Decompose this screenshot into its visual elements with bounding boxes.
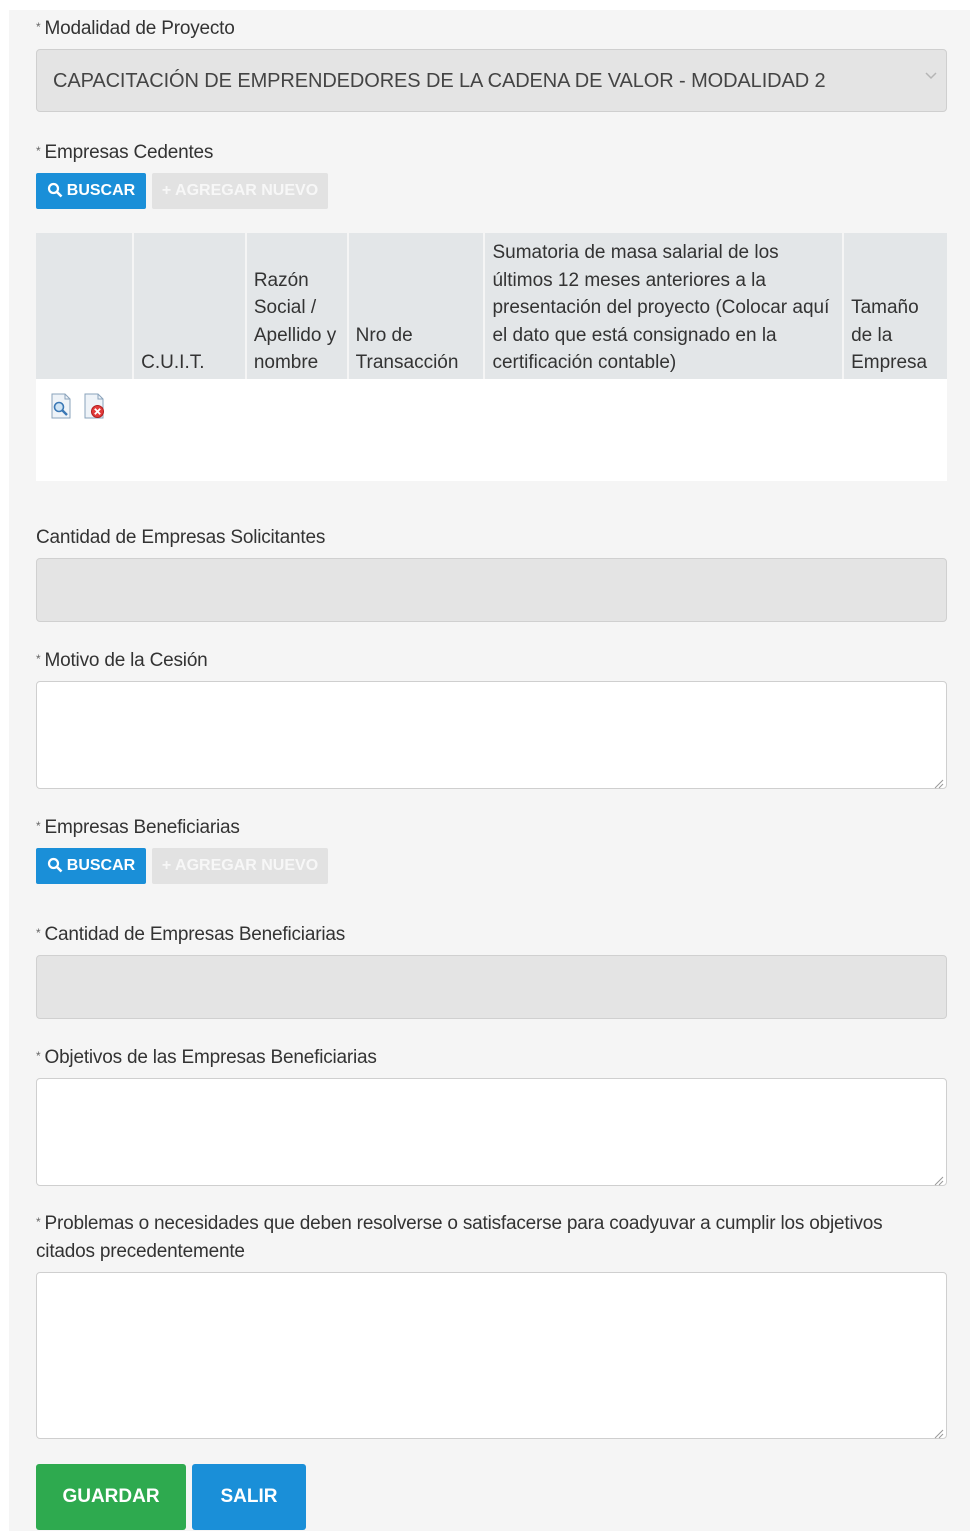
objetivos-label: * Objetivos de las Empresas Beneficiarias (36, 1047, 377, 1068)
beneficiarias-label: * Empresas Beneficiarias (36, 817, 240, 838)
beneficiarias-add-new-button[interactable]: + AGREGAR NUEVO (152, 848, 328, 884)
cedentes-add-new-button[interactable]: + AGREGAR NUEVO (152, 173, 328, 209)
chevron-down-icon (924, 68, 938, 82)
motivo-textarea[interactable] (36, 681, 947, 789)
col-cuit-header: C.U.I.T. (132, 233, 246, 383)
search-icon (47, 851, 63, 887)
col-masa-salarial-header: Sumatoria de masa salarial de los último… (483, 233, 844, 383)
modalidad-select[interactable]: CAPACITACIÓN DE EMPRENDEDORES DE LA CADE… (36, 49, 947, 112)
col-transaccion-header: Nro de Transacción (346, 233, 485, 383)
cedentes-label: * Empresas Cedentes (36, 142, 214, 163)
save-button[interactable]: GUARDAR (36, 1464, 186, 1530)
col-actions-header (36, 233, 134, 383)
modalidad-label: * Modalidad de Proyecto (36, 18, 235, 39)
cedentes-search-button[interactable]: BUSCAR (36, 173, 146, 209)
motivo-label: * Motivo de la Cesión (36, 650, 208, 671)
exit-button[interactable]: SALIR (192, 1464, 306, 1530)
cantidad-solicitantes-field (36, 558, 947, 622)
cantidad-beneficiarias-label: * Cantidad de Empresas Beneficiarias (36, 924, 346, 945)
cedentes-table-body (36, 379, 947, 481)
col-tamano-header: Tamaño de la Empresa (842, 233, 947, 383)
problemas-label-continued: citados precedentemente (36, 1241, 245, 1262)
search-icon (47, 176, 63, 212)
delete-document-icon[interactable] (82, 393, 108, 424)
cedentes-table: C.U.I.T. Razón Social / Apellido y nombr… (36, 233, 947, 383)
cantidad-beneficiarias-field (36, 955, 947, 1019)
resize-grip-icon[interactable] (934, 776, 944, 789)
beneficiarias-search-button[interactable]: BUSCAR (36, 848, 146, 884)
problemas-textarea[interactable] (36, 1272, 947, 1439)
col-razon-social-header: Razón Social / Apellido y nombre (244, 233, 348, 383)
problemas-label: * Problemas o necesidades que deben resol… (36, 1213, 883, 1234)
view-document-icon[interactable] (48, 393, 74, 424)
table-header-row: C.U.I.T. Razón Social / Apellido y nombr… (36, 233, 947, 383)
resize-grip-icon[interactable] (934, 1426, 944, 1439)
modalidad-selected-value: CAPACITACIÓN DE EMPRENDEDORES DE LA CADE… (53, 70, 826, 92)
objetivos-textarea[interactable] (36, 1078, 947, 1186)
cantidad-solicitantes-label: Cantidad de Empresas Solicitantes (36, 527, 326, 548)
resize-grip-icon[interactable] (934, 1173, 944, 1186)
